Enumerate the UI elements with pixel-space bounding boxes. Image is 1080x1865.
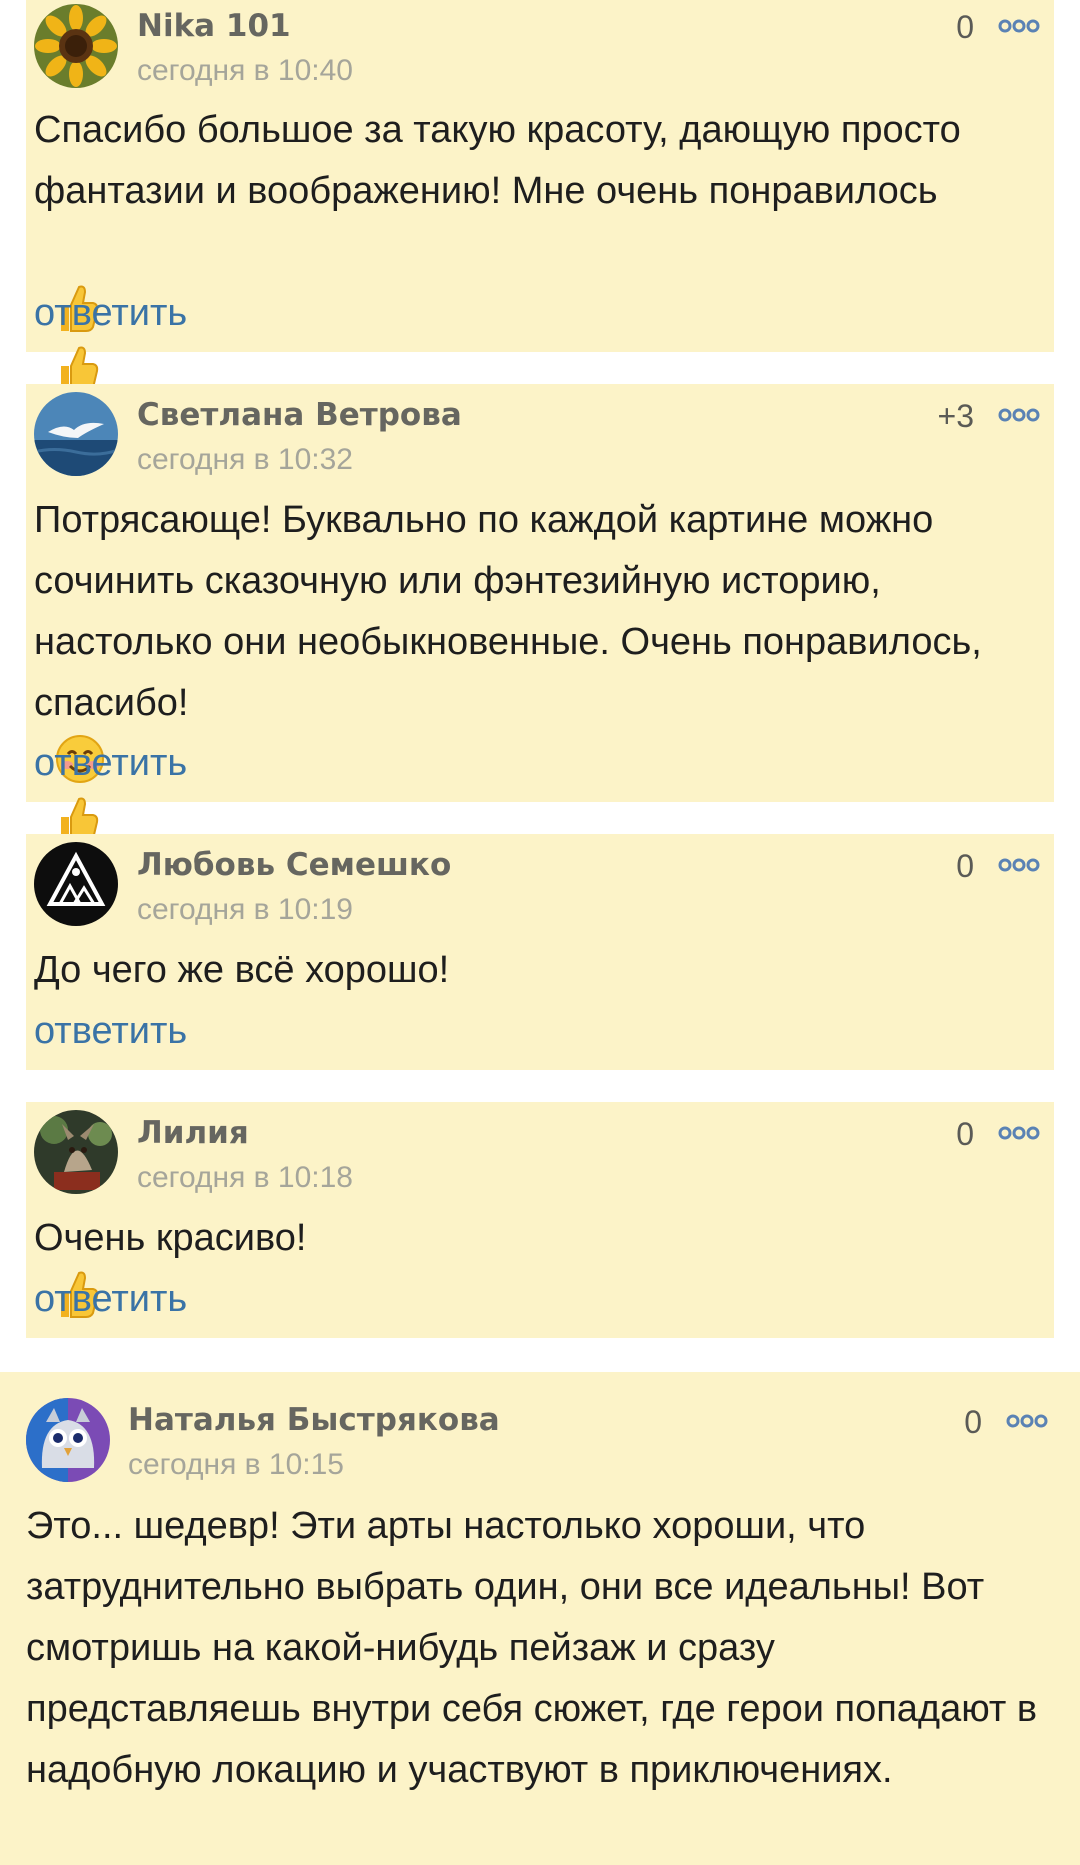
comment-time: сегодня в 10:40: [137, 54, 353, 87]
author-name[interactable]: Лилия: [137, 1115, 249, 1151]
comment-text-content: Это... шедевр! Эти арты настолько хороши…: [26, 1505, 1048, 1791]
comment-text-content: Потрясающе! Буквально по каждой картине …: [34, 499, 993, 724]
rating-score: 0: [956, 1116, 974, 1152]
reply-link[interactable]: ответить: [34, 742, 187, 785]
rating-score: 0: [964, 1404, 982, 1440]
comment-text: Это... шедевр! Эти арты настолько хороши…: [26, 1496, 1056, 1801]
comment-text: До чего же всё хорошо!: [34, 940, 1044, 1001]
rating-score: 0: [956, 848, 974, 884]
avatar[interactable]: [34, 1110, 118, 1194]
more-options-icon[interactable]: [998, 407, 1040, 423]
reply-link[interactable]: ответить: [34, 1278, 187, 1321]
rating-score: +3: [937, 398, 974, 434]
more-options-icon[interactable]: [1006, 1413, 1048, 1429]
reply-link[interactable]: ответить: [34, 1010, 187, 1053]
more-options-icon[interactable]: [998, 18, 1040, 34]
rating-score: 0: [956, 9, 974, 45]
avatar[interactable]: [26, 1398, 110, 1482]
more-options-icon[interactable]: [998, 857, 1040, 873]
author-name[interactable]: Nika 101: [137, 8, 291, 44]
comment-time: сегодня в 10:19: [137, 893, 353, 926]
more-options-icon[interactable]: [998, 1125, 1040, 1141]
comment-time: сегодня в 10:15: [128, 1448, 344, 1481]
author-name[interactable]: Наталья Быстрякова: [128, 1402, 500, 1438]
comment-time: сегодня в 10:32: [137, 443, 353, 476]
comment-text-content: Очень красиво!: [34, 1217, 307, 1259]
author-name[interactable]: Любовь Семешко: [137, 847, 451, 883]
comment-time: сегодня в 10:18: [137, 1161, 353, 1194]
comment-text-content: До чего же всё хорошо!: [34, 949, 450, 991]
avatar[interactable]: [34, 842, 118, 926]
reply-link[interactable]: ответить: [34, 292, 187, 335]
avatar[interactable]: [34, 392, 118, 476]
avatar[interactable]: [34, 4, 118, 88]
comment-text-content: Спасибо большое за такую красоту, дающую…: [34, 109, 972, 212]
author-name[interactable]: Светлана Ветрова: [137, 397, 462, 433]
